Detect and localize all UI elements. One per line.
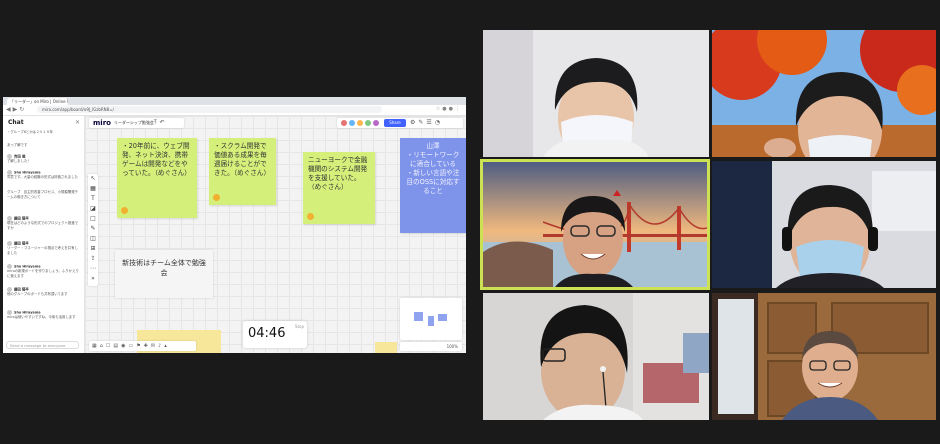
chat-sender: 藤田 陽平 [14,216,29,221]
chat-message: Sho Hirayama miroの新規ボードを作りましょう。ふりかえりに使えま… [7,264,81,278]
more-icon[interactable]: ⋯ [88,264,98,274]
minimap-sticky [414,312,423,321]
chat-message-text: グループ 自主的改善プロセス、小規模開発チームの働き方について [7,190,78,199]
shape-icon[interactable]: □ [88,214,98,224]
participant-video-frame [712,30,936,157]
text-icon[interactable]: T [88,194,98,204]
chat-message: Sho Hirayama 同意です。大量の経験の形式は評価されました [7,170,81,180]
chat-message: 藤田 陽平 他のグループのボードも共有頂いてます [7,287,81,297]
sticky-note[interactable]: ・20年前に、ウェブ開発、ネット決済、携帯ゲームは開発などをやっていた。（めぐさ… [117,138,197,218]
board-name[interactable]: リーダーシップ勉強会 [114,120,154,126]
timer-widget[interactable]: 04:46 Stop [243,321,307,348]
extension-icons[interactable]: ☆●●⋮ [436,106,462,112]
participant-video-frame [712,293,936,420]
minimap[interactable] [400,298,462,340]
chat-message-text: ・グループ6とかは２０１９年 [7,130,53,134]
sticky-note-text: 山澤 ・リモートワークに適合している ・新しい言語や注目のOSSに対応すること [406,142,460,195]
shared-screen: 「リーダー」on Miro | Online Whiteboard ◀▶↻ mi… [3,97,466,353]
chat-title: Chat [8,119,24,126]
collaborator-avatar[interactable] [341,120,347,126]
sticky-note[interactable] [375,342,397,353]
chat-message-text: 他のグループのボードも共有頂いてます [7,292,68,296]
chat-input[interactable]: Send a message to everyone [6,341,79,349]
participant-video-frame [483,293,709,420]
reaction-icon[interactable] [121,207,128,214]
chat-message-text: miroは使いやすいですね。今後も活用します [7,315,76,319]
chat-message: Sho Hirayama miroは使いやすいですね。今後も活用します [7,310,81,320]
reaction-icon[interactable] [307,213,314,220]
sticky-note[interactable]: ニューヨークで金融機関のシステム開発を支援していた。（めぐさん） [303,152,375,224]
sticky-note[interactable]: 山澤 ・リモートワークに適合している ・新しい言語や注目のOSSに対応すること [400,138,466,233]
zoom-level[interactable]: 100% [447,344,458,349]
sticky-note[interactable]: ・スクラム開発で価値ある成果を毎週届けることができた。（めぐさん） [209,138,276,205]
chat-message-text: リーダー・マネージャーの視点で考えを共有しました [7,246,78,255]
zoom-control[interactable]: 100% [400,342,462,351]
participant-video-top-left[interactable] [483,30,709,157]
sticky-note-icon[interactable]: ◪ [88,204,98,214]
board-tool-icons[interactable]: ⚙✎☰◔ [410,119,443,126]
chat-sender: Sho Hirayama [14,310,41,315]
chat-sender: 藤田 陽平 [14,287,29,292]
pen-icon[interactable]: ✎ [88,224,98,234]
chat-message: 藤田 陽平 リーダー・マネージャーの視点で考えを共有しました [7,241,81,255]
chat-message: 吉田 雅 了解しました！ [7,154,81,164]
sticky-note-text: ・20年前に、ウェブ開発、ネット決済、携帯ゲームは開発などをやっていた。（めぐさ… [122,142,191,177]
browser-address-bar: ◀▶↻ miro.com/app/board/o9J_lGzbRN8=/ ☆●●… [3,105,466,116]
text-card-content: 新技術はチーム全体で勉強会 [122,259,206,277]
collaboration-bar: Share ⚙✎☰◔ [337,118,463,128]
miro-logo[interactable]: miro [93,119,111,127]
miro-board[interactable]: miro リーダーシップ勉強会 ⤒↶ Share ⚙✎☰◔ ↖ ▦ T ◪ □ … [85,116,466,353]
collaborator-avatar[interactable] [373,120,379,126]
chat-message: 藤田 陽平 現在はどのような形式でのプロジェクト推進ですか [7,216,81,230]
timer-value: 04:46 [248,326,286,341]
chat-message: グループ 自主的改善プロセス、小規模開発チームの働き方について [7,190,81,199]
chat-message-text: 同意です。大量の経験の形式は評価されました [7,175,78,179]
chat-sender: 吉田 雅 [14,154,26,159]
participant-video-bottom-left[interactable] [483,293,709,420]
chat-message-text: miroの新規ボードを作りましょう。ふりかえりに使えます [7,269,79,278]
collaborator-avatar[interactable] [357,120,363,126]
chat-sender: Sho Hirayama [14,264,41,269]
browser-tab[interactable]: 「リーダー」on Miro | Online Whiteboard [7,98,68,105]
participant-video-top-right[interactable] [712,30,936,157]
browser-nav-icons[interactable]: ◀▶↻ [6,106,26,113]
url-field[interactable]: miro.com/app/board/o9J_lGzbRN8=/ [37,106,382,113]
collaborator-avatar[interactable] [365,120,371,126]
cursor-icon[interactable]: ↖ [88,174,98,184]
minimap-sticky [438,314,447,321]
chat-message-text: 了解しました！ [7,159,31,163]
chat-message-text: あっ了解です [7,143,28,147]
chat-panel: Chat ✕ ・グループ6とかは２０１９年 あっ了解です 吉田 雅 了解しました… [3,116,85,353]
participant-video-frame [483,30,709,157]
board-menu-icons[interactable]: ⤒↶ [154,119,168,127]
comment-icon[interactable]: ◫ [88,234,98,244]
sticky-note-text: ニューヨークで金融機関のシステム開発を支援していた。（めぐさん） [308,156,368,191]
chat-message: あっ了解です [7,143,81,148]
participant-video-bottom-right[interactable] [712,293,936,420]
participant-video-middle-right[interactable] [712,161,936,288]
chat-message: ・グループ6とかは２０１９年 [7,130,81,135]
chat-message-text: 現在はどのような形式でのプロジェクト推進ですか [7,221,79,230]
timer-stop-button[interactable]: Stop [295,324,304,329]
reaction-icon[interactable] [213,194,220,201]
close-icon[interactable]: ✕ [75,119,80,126]
template-icon[interactable]: ▦ [88,184,98,194]
participant-video-active-speaker[interactable] [480,159,710,290]
collaborator-avatar[interactable] [349,120,355,126]
bottom-toolbar[interactable]: ▦⌂☐▤◉▭⚑✚✉♪▴ [89,341,196,351]
apps-icon[interactable]: » [88,274,98,284]
chat-sender: 藤田 陽平 [14,241,29,246]
browser-tab-bar: 「リーダー」on Miro | Online Whiteboard [3,97,466,105]
share-button[interactable]: Share [384,119,406,127]
minimap-sticky [428,316,434,326]
upload-icon[interactable]: ⇪ [88,254,98,264]
text-card[interactable]: 新技術はチーム全体で勉強会 [115,250,213,298]
frame-icon[interactable]: ⊞ [88,244,98,254]
creation-toolbar: ↖ ▦ T ◪ □ ✎ ◫ ⊞ ⇪ ⋯ » [88,174,98,286]
participant-video-frame [712,161,936,288]
chat-sender: Sho Hirayama [14,170,41,175]
miro-topbar: miro リーダーシップ勉強会 ⤒↶ [89,118,184,128]
sticky-note-text: ・スクラム開発で価値ある成果を毎週届けることができた。（めぐさん） [214,142,271,177]
participant-video-frame [483,162,707,287]
